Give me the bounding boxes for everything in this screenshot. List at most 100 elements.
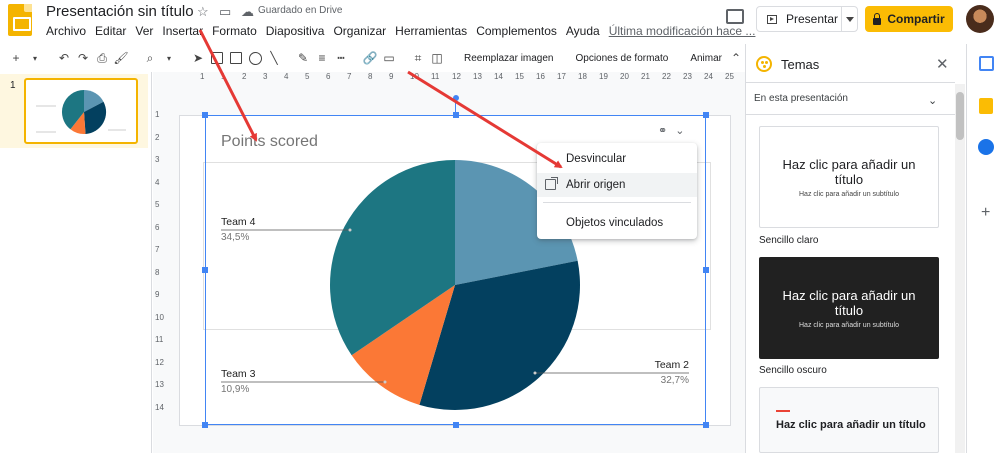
keep-icon[interactable] [979, 98, 993, 114]
menu-diapositiva[interactable]: Diapositiva [266, 24, 325, 40]
present-button[interactable]: Presentar [756, 6, 858, 32]
select-icon[interactable]: ➤ [190, 48, 206, 68]
resize-handle[interactable] [202, 112, 208, 118]
menu-archivo[interactable]: Archivo [46, 24, 86, 40]
resize-handle[interactable] [202, 422, 208, 428]
ruler-tick-label: 11 [155, 335, 164, 344]
new-slide-caret-icon[interactable]: ▾ [27, 48, 43, 68]
cloud-saved-icon: ☁ [241, 4, 254, 19]
slide-thumbnail[interactable] [24, 78, 138, 144]
border-weight-icon[interactable]: ≡ [314, 48, 330, 68]
ruler-tick-label: 23 [683, 72, 692, 81]
shape-icon[interactable] [247, 48, 263, 68]
menu-editar[interactable]: Editar [95, 24, 126, 40]
resize-handle[interactable] [703, 267, 709, 273]
border-dash-icon[interactable]: ┅ [333, 48, 349, 68]
textbox-icon[interactable] [209, 48, 225, 68]
menu-ver[interactable]: Ver [135, 24, 153, 40]
redo-icon[interactable]: ↷ [75, 48, 91, 68]
theme-card-streamline[interactable]: Haz clic para añadir un título [759, 387, 939, 453]
menu-divider [543, 202, 691, 203]
menu-herramientas[interactable]: Herramientas [395, 24, 467, 40]
line-icon[interactable]: ╲ [266, 48, 282, 68]
rotate-handle-stem [455, 101, 456, 115]
present-label: Presentar [786, 12, 839, 26]
zoom-caret-icon[interactable]: ▾ [161, 48, 177, 68]
animate-button[interactable]: Animar [690, 53, 722, 64]
add-addon-icon[interactable]: + [981, 204, 990, 222]
avatar[interactable] [966, 5, 994, 33]
tasks-icon[interactable] [978, 139, 994, 155]
ruler-tick-label: 12 [452, 72, 461, 81]
theme-card-simple-light[interactable]: Haz clic para añadir un título Haz clic … [759, 126, 939, 228]
ruler-tick-label: 9 [155, 290, 160, 299]
share-button[interactable]: Compartir [865, 6, 953, 32]
theme-card-title: Haz clic para añadir un título [776, 419, 926, 431]
print-icon[interactable]: ⎙ [94, 48, 110, 68]
menu-formato[interactable]: Formato [212, 24, 257, 40]
ruler-tick-label: 7 [155, 245, 160, 254]
theme-card-subtitle: Haz clic para añadir un subtítulo [799, 321, 899, 329]
undo-icon[interactable]: ↶ [56, 48, 72, 68]
crop-icon[interactable]: ⌗ [410, 48, 426, 68]
resize-handle[interactable] [202, 267, 208, 273]
ruler-tick-label: 4 [155, 177, 160, 187]
replace-image-button[interactable]: Reemplazar imagen [464, 53, 554, 64]
image-icon[interactable] [228, 48, 244, 68]
comments-icon[interactable] [726, 9, 744, 24]
resize-handle[interactable] [703, 422, 709, 428]
document-title[interactable]: Presentación sin título [46, 3, 194, 20]
zoom-icon[interactable]: ⌕ [142, 48, 158, 68]
ruler-tick-label: 21 [641, 72, 650, 81]
header: Presentación sin título ☆ ▭ ☁ Guardado e… [0, 0, 1000, 44]
theme-card-simple-dark[interactable]: Haz clic para añadir un título Haz clic … [759, 257, 939, 359]
resize-handle[interactable] [452, 422, 459, 428]
calendar-icon[interactable] [979, 56, 994, 71]
slides-logo-icon[interactable] [8, 4, 32, 36]
open-source-label: Abrir origen [566, 179, 626, 191]
link-icon[interactable]: 🔗 [362, 48, 378, 68]
format-options-button[interactable]: Opciones de formato [576, 53, 669, 64]
chain-link-icon[interactable]: ⚭ [658, 124, 667, 137]
comment-add-icon[interactable]: ▭ [381, 48, 397, 68]
theme-scope-label[interactable]: En esta presentación [754, 93, 848, 104]
menu-item-open-source[interactable]: Abrir origen [537, 173, 697, 197]
menu-insertar[interactable]: Insertar [162, 24, 203, 40]
chevron-down-icon[interactable]: ⌄ [675, 124, 684, 137]
ruler-tick-label: 20 [620, 72, 629, 81]
menu-item-unlink[interactable]: Desvincular [537, 147, 697, 171]
ruler-tick-label: 9 [389, 72, 394, 81]
move-folder-icon[interactable]: ▭ [219, 4, 231, 20]
resize-handle[interactable] [703, 112, 709, 118]
ruler-tick-label: 25 [725, 72, 734, 81]
ruler-tick-label: 10 [410, 72, 419, 81]
ruler-tick-label: 12 [155, 357, 164, 367]
collapse-toolbar-icon[interactable]: ⌃ [728, 48, 744, 68]
ruler-tick-label: 2 [155, 132, 160, 142]
mask-image-icon[interactable]: ◫ [429, 48, 445, 68]
ruler-tick-label: 6 [326, 72, 331, 81]
ruler-tick-label: 17 [557, 72, 566, 81]
star-icon[interactable]: ☆ [197, 4, 209, 20]
ruler-tick-label: 10 [155, 312, 164, 322]
close-icon[interactable]: ✕ [936, 55, 949, 73]
last-modified-link[interactable]: Última modificación hace ... [609, 24, 756, 40]
chevron-down-icon[interactable]: ⌄ [928, 94, 937, 107]
ruler-tick-label: 1 [221, 72, 226, 81]
ruler-tick-label: 14 [494, 72, 503, 81]
theme-card-title: Haz clic para añadir un título [782, 156, 916, 187]
paint-format-icon[interactable]: 🖌 [113, 48, 129, 68]
palette-icon [756, 56, 772, 72]
ruler-tick-label: 14 [155, 402, 164, 412]
border-color-icon[interactable]: ✎ [295, 48, 311, 68]
ruler-tick-label: 13 [155, 380, 164, 389]
menu-complementos[interactable]: Complementos [476, 24, 557, 40]
new-slide-icon[interactable]: + [8, 48, 24, 68]
saved-status: Guardado en Drive [258, 5, 343, 16]
scrollbar-thumb[interactable] [956, 92, 964, 140]
present-icon [767, 14, 777, 24]
menu-organizar[interactable]: Organizar [333, 24, 386, 40]
present-dropdown-icon[interactable] [846, 17, 854, 22]
menu-ayuda[interactable]: Ayuda [566, 24, 600, 40]
menu-item-linked-objects[interactable]: Objetos vinculados [537, 211, 697, 235]
